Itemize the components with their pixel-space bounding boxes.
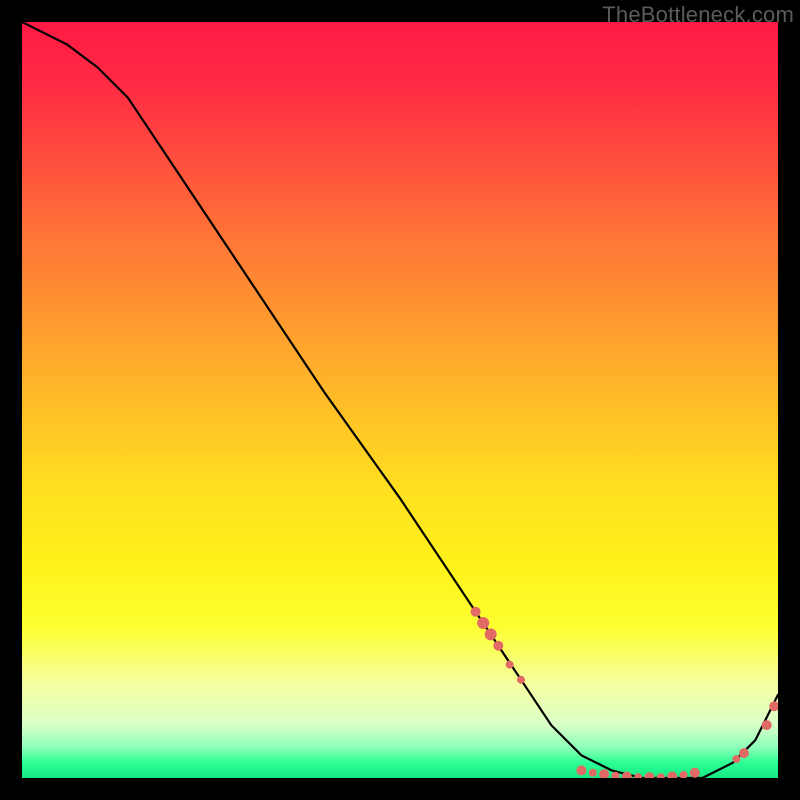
data-marker (680, 771, 688, 778)
watermark-label: TheBottleneck.com (602, 2, 794, 28)
marker-group (471, 607, 778, 778)
data-marker (517, 676, 525, 684)
data-marker (657, 773, 665, 778)
data-marker (599, 769, 609, 778)
data-marker (739, 748, 749, 758)
plot-area (22, 22, 778, 778)
chart-stage: TheBottleneck.com (0, 0, 800, 800)
data-marker (576, 765, 586, 775)
data-marker (667, 772, 677, 779)
data-marker (762, 720, 772, 730)
data-marker (589, 769, 597, 777)
data-marker (506, 661, 514, 669)
data-marker (485, 628, 497, 640)
data-marker (732, 755, 740, 763)
data-marker (690, 768, 700, 778)
data-marker (471, 607, 481, 617)
data-marker (645, 772, 655, 778)
data-marker (634, 773, 642, 778)
curve-layer (22, 22, 778, 778)
bottleneck-curve (22, 22, 778, 778)
data-marker (493, 641, 503, 651)
data-marker (477, 617, 489, 629)
